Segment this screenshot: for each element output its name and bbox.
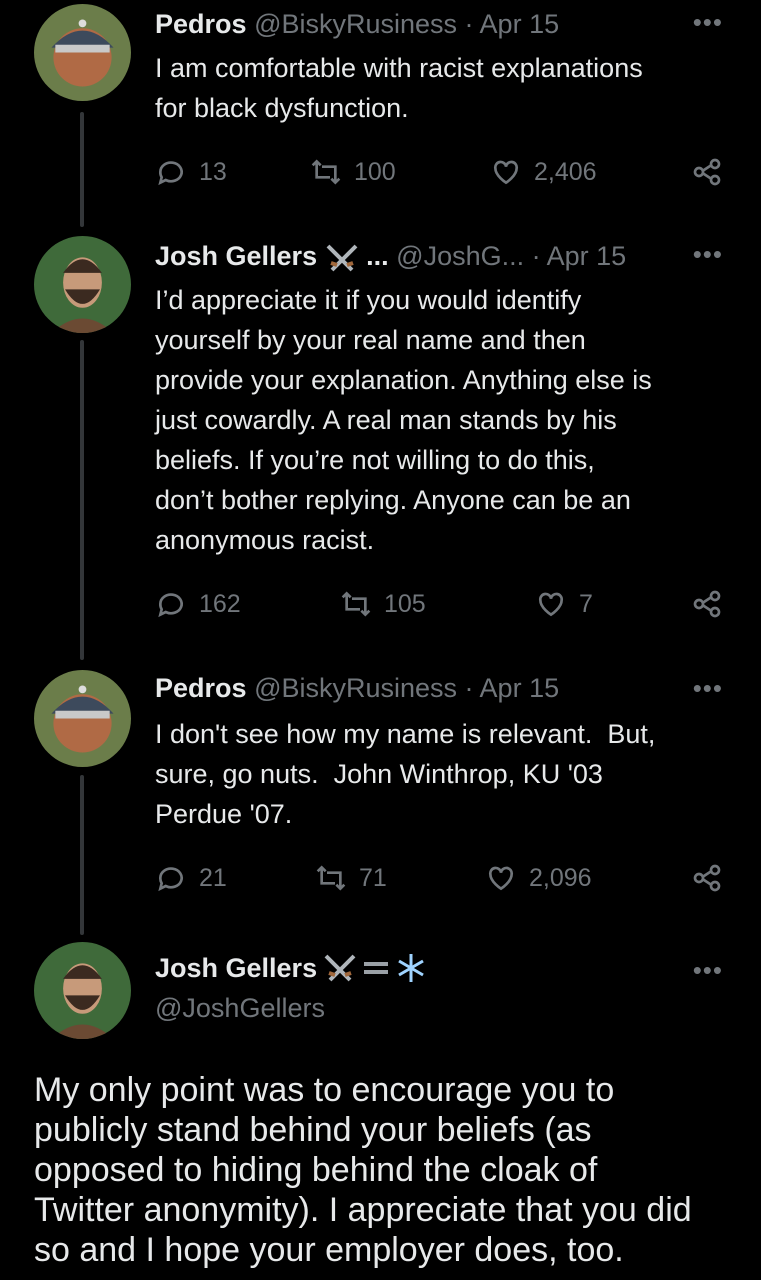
like-icon bbox=[538, 592, 564, 617]
main-author-name-row: Josh Gellers bbox=[155, 950, 427, 986]
more-icon[interactable]: ••• bbox=[693, 675, 723, 701]
avatar-josh[interactable] bbox=[34, 236, 131, 333]
reply-count: 13 bbox=[199, 157, 227, 186]
main-author-handle[interactable]: @JoshGellers bbox=[155, 990, 325, 1026]
tweet-header: Josh Gellers ... @JoshG... · Apr 15 bbox=[155, 240, 721, 273]
retweet-button[interactable]: 105 bbox=[340, 586, 426, 622]
swords-icon bbox=[324, 954, 356, 982]
reply-button[interactable]: 21 bbox=[155, 860, 227, 896]
like-button[interactable]: 2,406 bbox=[490, 154, 597, 190]
tweet-actions: 13 100 2,406 bbox=[155, 154, 725, 190]
more-icon[interactable]: ••• bbox=[693, 241, 723, 267]
retweet-icon bbox=[311, 159, 341, 185]
share-icon bbox=[693, 864, 721, 892]
tweet-text: I don't see how my name is relevant. But… bbox=[155, 719, 656, 829]
thread-line bbox=[80, 775, 84, 935]
avatar-pedros[interactable] bbox=[34, 4, 131, 101]
reply-count: 162 bbox=[199, 589, 241, 618]
thread-line bbox=[80, 340, 84, 660]
tweet-date[interactable]: · Apr 15 bbox=[532, 241, 627, 271]
tweet-actions: 21 71 2,096 bbox=[155, 860, 725, 896]
like-count: 7 bbox=[579, 589, 593, 618]
share-icon bbox=[693, 158, 721, 186]
tweet-text: I am comfortable with racist explanation… bbox=[155, 53, 643, 123]
reply-count: 21 bbox=[199, 863, 227, 892]
like-icon bbox=[488, 866, 514, 891]
thread-line bbox=[80, 112, 84, 227]
reply-icon bbox=[158, 593, 183, 618]
reply-button[interactable]: 162 bbox=[155, 586, 241, 622]
like-button[interactable]: 2,096 bbox=[485, 860, 592, 896]
retweet-icon bbox=[316, 865, 346, 891]
like-count: 2,096 bbox=[529, 863, 592, 892]
share-button[interactable] bbox=[691, 154, 723, 190]
reply-icon bbox=[158, 867, 183, 892]
author-name[interactable]: Pedros bbox=[155, 673, 247, 703]
tweet-date[interactable]: · Apr 15 bbox=[465, 673, 560, 703]
name-suffix: ... bbox=[366, 241, 389, 271]
tweet-date[interactable]: · Apr 15 bbox=[465, 9, 560, 39]
author-name[interactable]: Josh Gellers bbox=[155, 241, 317, 271]
retweet-button[interactable]: 71 bbox=[315, 860, 387, 896]
share-button[interactable] bbox=[691, 860, 723, 896]
tweet-actions: 162 105 7 bbox=[155, 586, 725, 622]
more-icon[interactable]: ••• bbox=[693, 9, 723, 35]
share-icon bbox=[693, 590, 721, 618]
retweet-button[interactable]: 100 bbox=[310, 154, 396, 190]
retweet-count: 71 bbox=[359, 863, 387, 892]
like-count: 2,406 bbox=[534, 157, 597, 186]
main-tweet-text: My only point was to encourage you to pu… bbox=[34, 1071, 692, 1269]
more-icon[interactable]: ••• bbox=[693, 957, 723, 983]
like-button[interactable]: 7 bbox=[535, 586, 593, 622]
tweet-text: I’d appreciate it if you would identify … bbox=[155, 285, 652, 555]
reply-icon bbox=[158, 161, 183, 186]
author-handle[interactable]: @BiskyRusiness bbox=[254, 9, 457, 39]
swords-icon bbox=[326, 244, 358, 272]
author-handle[interactable]: @JoshG... bbox=[396, 241, 524, 271]
reply-button[interactable]: 13 bbox=[155, 154, 227, 190]
retweet-count: 105 bbox=[384, 589, 426, 618]
retweet-count: 100 bbox=[354, 157, 396, 186]
tweet-header: Pedros @BiskyRusiness · Apr 15 bbox=[155, 672, 721, 704]
main-author-name[interactable]: Josh Gellers bbox=[155, 950, 317, 986]
author-name[interactable]: Pedros bbox=[155, 9, 247, 39]
equals-icon bbox=[364, 962, 389, 974]
retweet-icon bbox=[341, 591, 371, 617]
avatar-pedros[interactable] bbox=[34, 670, 131, 767]
tweet-header: Pedros @BiskyRusiness · Apr 15 bbox=[155, 8, 721, 40]
share-button[interactable] bbox=[691, 586, 723, 622]
snowflake-icon bbox=[398, 954, 424, 982]
author-handle[interactable]: @BiskyRusiness bbox=[254, 673, 457, 703]
like-icon bbox=[493, 160, 519, 185]
avatar-josh[interactable] bbox=[34, 942, 131, 1039]
